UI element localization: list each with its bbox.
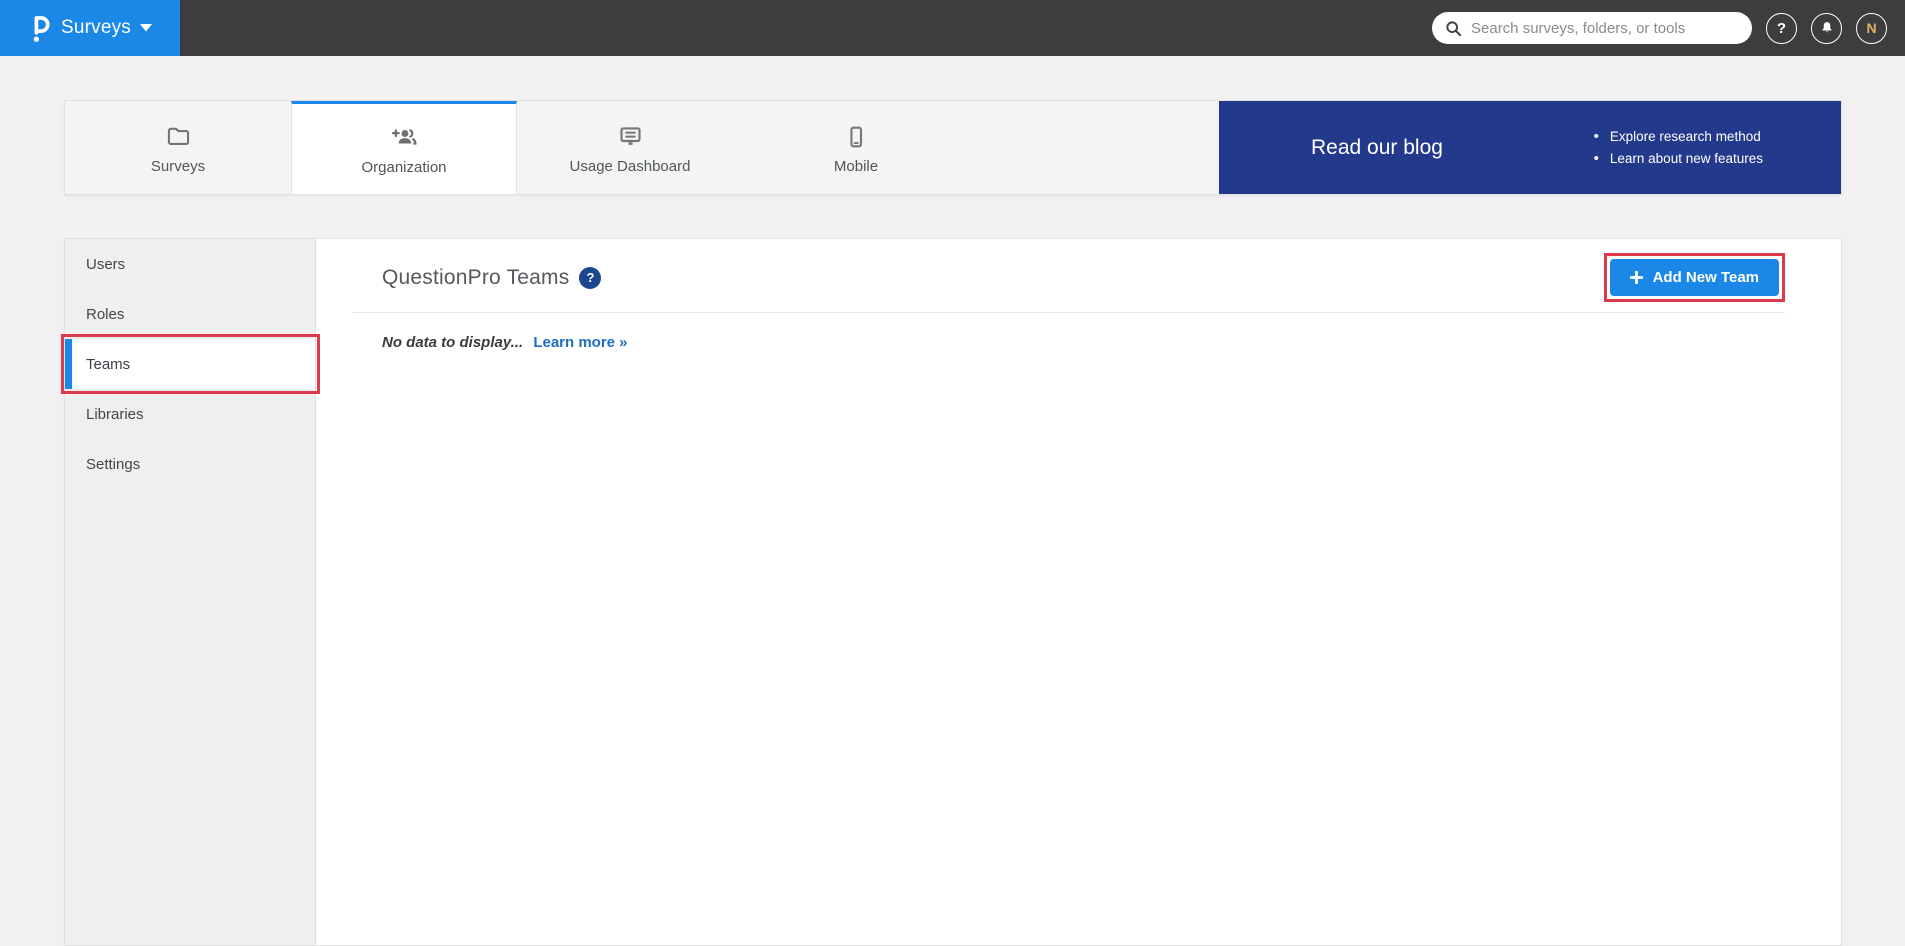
sidebar-item-settings[interactable]: Settings — [65, 439, 315, 489]
product-switcher[interactable]: Surveys — [0, 0, 180, 56]
add-new-team-label: Add New Team — [1653, 269, 1759, 286]
questionpro-logo-icon — [28, 12, 52, 44]
teams-header-row: QuestionPro Teams ? Add New Team — [352, 253, 1785, 302]
question-mark-icon: ? — [1777, 20, 1786, 37]
bell-icon — [1819, 20, 1835, 37]
add-new-team-button[interactable]: Add New Team — [1610, 259, 1779, 296]
tab-label: Usage Dashboard — [570, 158, 691, 175]
product-label: Surveys — [61, 17, 131, 39]
sidebar-item-teams[interactable]: Teams — [65, 339, 315, 389]
organization-sidebar: Users Roles Teams Libraries Settings — [65, 239, 316, 945]
organization-panel: Users Roles Teams Libraries Settings Que… — [64, 238, 1842, 946]
tab-mobile[interactable]: Mobile — [743, 101, 969, 194]
topbar-actions: ? N — [1432, 12, 1905, 44]
annotation-box-add-new-team: Add New Team — [1604, 253, 1785, 302]
dashboard-icon — [617, 123, 644, 150]
tab-surveys[interactable]: Surveys — [65, 101, 291, 194]
search-icon — [1444, 19, 1463, 38]
tab-usage-dashboard[interactable]: Usage Dashboard — [517, 101, 743, 194]
tab-label: Surveys — [151, 158, 205, 175]
title-wrap: QuestionPro Teams ? — [382, 266, 601, 290]
title-divider — [352, 312, 1785, 313]
blog-bullet: Explore research method — [1594, 128, 1763, 145]
blog-promo-panel[interactable]: Read our blog Explore research method Le… — [1219, 101, 1841, 194]
blog-bullet: Learn about new features — [1594, 150, 1763, 167]
tab-label: Mobile — [834, 158, 878, 175]
primary-tabbar: Surveys Organization — [64, 100, 1842, 195]
mobile-icon — [843, 124, 869, 150]
avatar[interactable]: N — [1856, 13, 1887, 44]
questionpro-app: Surveys ? — [0, 0, 1905, 946]
empty-state-text: No data to display... — [382, 334, 523, 351]
folder-icon — [165, 123, 192, 150]
plus-icon — [1630, 271, 1643, 284]
blog-bullet-list: Explore research method Learn about new … — [1594, 128, 1763, 167]
topbar: Surveys ? — [0, 0, 1905, 56]
sidebar-item-libraries[interactable]: Libraries — [65, 389, 315, 439]
notifications-button[interactable] — [1811, 13, 1842, 44]
chevron-down-icon — [140, 24, 152, 32]
search-bar[interactable] — [1432, 12, 1752, 44]
empty-state: No data to display... Learn more » — [382, 334, 1785, 351]
group-add-icon — [390, 123, 418, 151]
help-button[interactable]: ? — [1766, 13, 1797, 44]
sidebar-item-roles[interactable]: Roles — [65, 289, 315, 339]
tab-organization[interactable]: Organization — [291, 101, 517, 194]
learn-more-link[interactable]: Learn more » — [533, 334, 627, 351]
title-help-icon[interactable]: ? — [579, 267, 601, 289]
teams-content: QuestionPro Teams ? Add New Team — [316, 239, 1841, 945]
search-input[interactable] — [1471, 20, 1746, 37]
sidebar-item-users[interactable]: Users — [65, 239, 315, 289]
blog-title: Read our blog — [1311, 136, 1443, 160]
avatar-initial: N — [1866, 20, 1876, 36]
page-title: QuestionPro Teams — [382, 266, 569, 290]
tab-label: Organization — [361, 159, 446, 176]
